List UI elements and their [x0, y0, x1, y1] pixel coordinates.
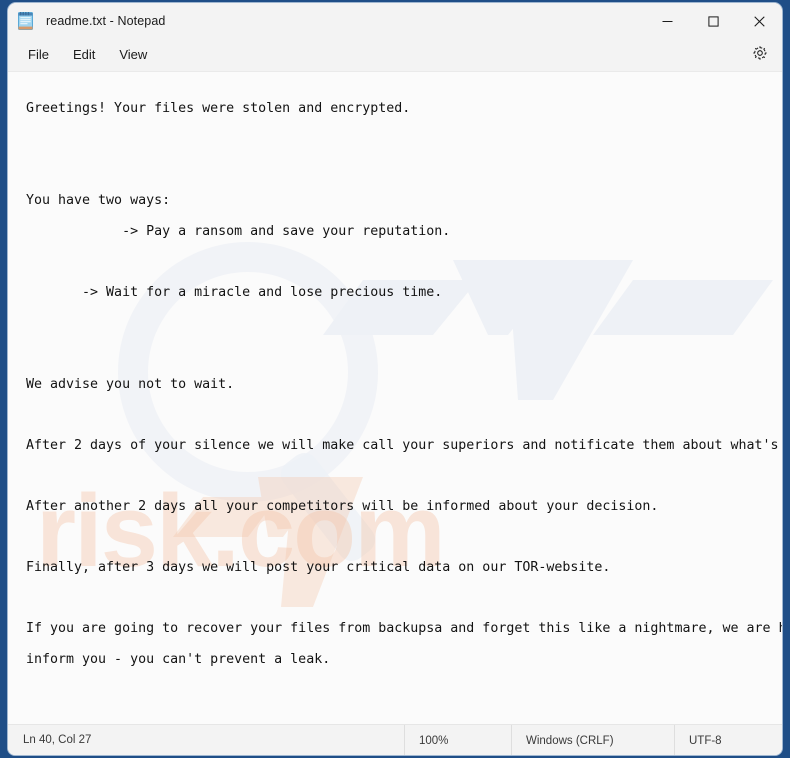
note-text[interactable]: Greetings! Your files were stolen and en… [8, 72, 782, 724]
title-bar[interactable]: readme.txt - Notepad [8, 3, 782, 39]
text-line [26, 162, 764, 177]
minimize-button[interactable] [644, 3, 690, 39]
menu-view[interactable]: View [107, 42, 159, 68]
notepad-window: readme.txt - Notepad File Edit View risk… [8, 3, 782, 755]
status-bar-right: 100% Windows (CRLF) UTF-8 [404, 725, 782, 755]
title-bar-left: readme.txt - Notepad [8, 12, 165, 30]
text-line: Greetings! Your files were stolen and en… [26, 101, 411, 117]
text-line: Finally, after 3 days we will post your … [26, 560, 611, 576]
text-editor-area[interactable]: risk.com Greetings! Your files were stol… [8, 71, 782, 724]
maximize-button[interactable] [690, 3, 736, 39]
close-button[interactable] [736, 3, 782, 39]
menu-bar: File Edit View [8, 39, 782, 71]
text-line [26, 315, 764, 330]
text-line [26, 468, 764, 483]
text-line: After another 2 days all your competitor… [26, 499, 659, 515]
menu-file[interactable]: File [16, 42, 61, 68]
text-line [26, 683, 764, 698]
notepad-icon [17, 12, 34, 30]
text-line: We advise you not to wait. [26, 376, 235, 392]
text-line [26, 713, 764, 724]
window-controls [644, 3, 782, 39]
text-line [26, 346, 764, 361]
text-line: -> Pay a ransom and save your reputation… [26, 223, 451, 239]
text-line: You have two ways: [26, 193, 171, 209]
status-bar: Ln 40, Col 27 100% Windows (CRLF) UTF-8 [8, 724, 782, 755]
text-line: If you are going to recover your files f… [26, 621, 782, 637]
text-line: inform you - you can't prevent a leak. [26, 651, 331, 667]
desktop-background: readme.txt - Notepad File Edit View risk… [0, 0, 790, 758]
zoom-level[interactable]: 100% [404, 725, 511, 755]
cursor-position: Ln 40, Col 27 [23, 734, 92, 746]
encoding-indicator[interactable]: UTF-8 [674, 725, 782, 755]
text-line [26, 591, 764, 606]
text-line: After 2 days of your silence we will mak… [26, 437, 782, 453]
window-title: readme.txt - Notepad [46, 14, 166, 28]
text-line: -> Wait for a miracle and lose precious … [26, 284, 443, 300]
text-line [26, 530, 764, 545]
menu-edit[interactable]: Edit [61, 42, 107, 68]
settings-button[interactable] [746, 42, 774, 68]
text-line [26, 132, 764, 147]
text-line [26, 407, 764, 422]
text-line [26, 254, 764, 269]
line-ending-indicator[interactable]: Windows (CRLF) [511, 725, 674, 755]
gear-icon [752, 45, 768, 66]
